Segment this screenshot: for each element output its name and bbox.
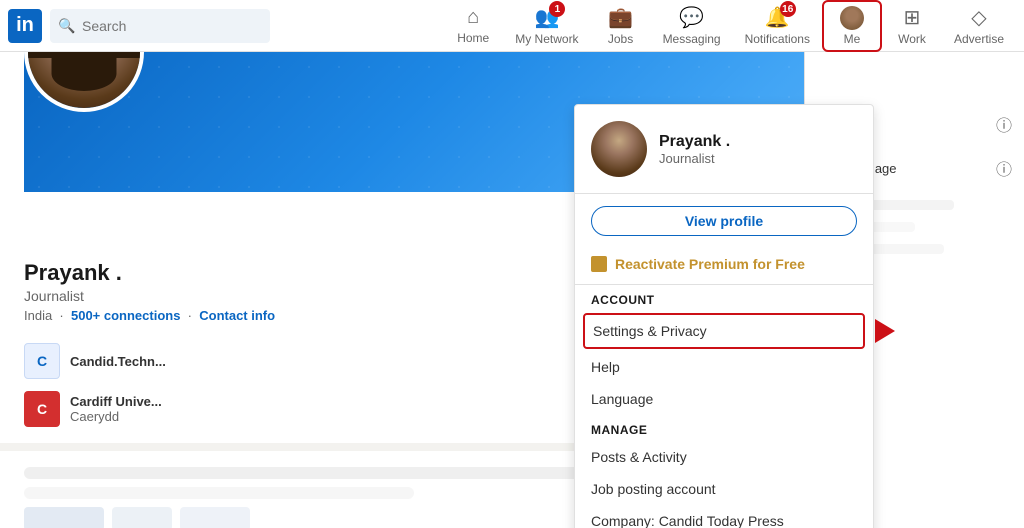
notifications-icon: 🔔16 xyxy=(765,5,790,30)
me-dropdown: Prayank . Journalist View profile Reacti… xyxy=(574,104,874,528)
exp-name-candid: Candid.Techn... xyxy=(70,354,166,369)
settings-privacy-label: Settings & Privacy xyxy=(593,323,707,339)
home-icon: ⌂ xyxy=(467,6,479,29)
contact-info-link[interactable]: Contact info xyxy=(199,308,275,323)
exp-logo-cardiff: C xyxy=(24,391,60,427)
linkedin-logo[interactable]: in xyxy=(8,9,42,43)
right-url-icon: ⓘ xyxy=(996,112,1012,136)
profile-location: India xyxy=(24,308,52,323)
exp-logo-candid: C xyxy=(24,343,60,379)
language-label: Language xyxy=(591,391,653,407)
exp-details-cardiff: Cardiff Unive... Caerydd xyxy=(70,394,162,424)
search-wrapper: 🔍 xyxy=(50,9,270,43)
nav-item-advertise[interactable]: ◇ Advertise xyxy=(942,0,1016,52)
exp-sub-cardiff: Caerydd xyxy=(70,409,162,424)
work-icon: ⊞ xyxy=(904,5,921,30)
blur-block-2 xyxy=(112,507,172,528)
messaging-label: Messaging xyxy=(663,32,721,46)
nav-item-me[interactable]: Me xyxy=(822,0,882,52)
search-input[interactable] xyxy=(50,9,270,43)
blur-block-3 xyxy=(180,507,250,528)
settings-arrow-right xyxy=(875,319,895,343)
exp-name-cardiff: Cardiff Unive... xyxy=(70,394,162,409)
network-label: My Network xyxy=(515,32,578,46)
messaging-icon: 💬 xyxy=(679,5,704,30)
me-avatar xyxy=(840,6,864,30)
advertise-label: Advertise xyxy=(954,32,1004,46)
nav-item-work[interactable]: ⊞ Work xyxy=(882,0,942,52)
connections-link[interactable]: 500+ connections xyxy=(71,308,180,323)
advertise-icon: ◇ xyxy=(971,5,986,30)
dropdown-user-title: Journalist xyxy=(659,151,730,166)
dropdown-user-name: Prayank . xyxy=(659,133,730,151)
home-label: Home xyxy=(457,31,489,45)
dropdown-avatar xyxy=(591,121,647,177)
search-icon: 🔍 xyxy=(58,17,75,34)
settings-privacy-item[interactable]: Settings & Privacy xyxy=(583,313,865,349)
navbar: in 🔍 ⌂ Home 👥1 My Network 💼 Jobs 💬 Messa… xyxy=(0,0,1024,52)
nav-item-notifications[interactable]: 🔔16 Notifications xyxy=(733,0,822,52)
right-language-icon: ⓘ xyxy=(996,156,1012,180)
job-posting-label: Job posting account xyxy=(591,481,716,497)
posts-activity-item[interactable]: Posts & Activity xyxy=(575,441,873,473)
nav-item-jobs[interactable]: 💼 Jobs xyxy=(591,0,651,52)
posts-activity-label: Posts & Activity xyxy=(591,449,687,465)
help-label: Help xyxy=(591,359,620,375)
dropdown-user-info: Prayank . Journalist xyxy=(659,133,730,166)
account-section-label: ACCOUNT xyxy=(575,285,873,311)
nav-item-home[interactable]: ⌂ Home xyxy=(443,0,503,52)
work-label: Work xyxy=(898,32,926,46)
blur-bar-1 xyxy=(24,467,610,479)
nav-item-network[interactable]: 👥1 My Network xyxy=(503,0,590,52)
company-candid-press-label: Company: Candid Today Press xyxy=(591,513,784,528)
language-item[interactable]: Language xyxy=(575,383,873,415)
job-posting-item[interactable]: Job posting account xyxy=(575,473,873,505)
network-icon: 👥1 xyxy=(534,5,559,30)
company-candid-press-item[interactable]: Company: Candid Today Press xyxy=(575,505,873,528)
blur-block-1 xyxy=(24,507,104,528)
network-badge: 1 xyxy=(549,1,565,17)
notifications-badge: 16 xyxy=(780,1,796,17)
premium-item[interactable]: Reactivate Premium for Free xyxy=(575,248,873,285)
premium-gem-icon xyxy=(591,256,607,272)
nav-item-messaging[interactable]: 💬 Messaging xyxy=(651,0,733,52)
dropdown-header: Prayank . Journalist xyxy=(575,105,873,194)
jobs-label: Jobs xyxy=(608,32,633,46)
me-label: Me xyxy=(844,32,861,46)
notifications-label: Notifications xyxy=(745,32,810,46)
exp-details-candid: Candid.Techn... xyxy=(70,354,166,369)
blur-bar-2 xyxy=(24,487,414,499)
jobs-icon: 💼 xyxy=(608,5,633,30)
manage-section-label: MANAGE xyxy=(575,415,873,441)
help-item[interactable]: Help xyxy=(575,351,873,383)
nav-items: ⌂ Home 👥1 My Network 💼 Jobs 💬 Messaging … xyxy=(443,0,1016,52)
view-profile-link[interactable]: View profile xyxy=(591,206,857,236)
premium-label: Reactivate Premium for Free xyxy=(615,256,805,272)
